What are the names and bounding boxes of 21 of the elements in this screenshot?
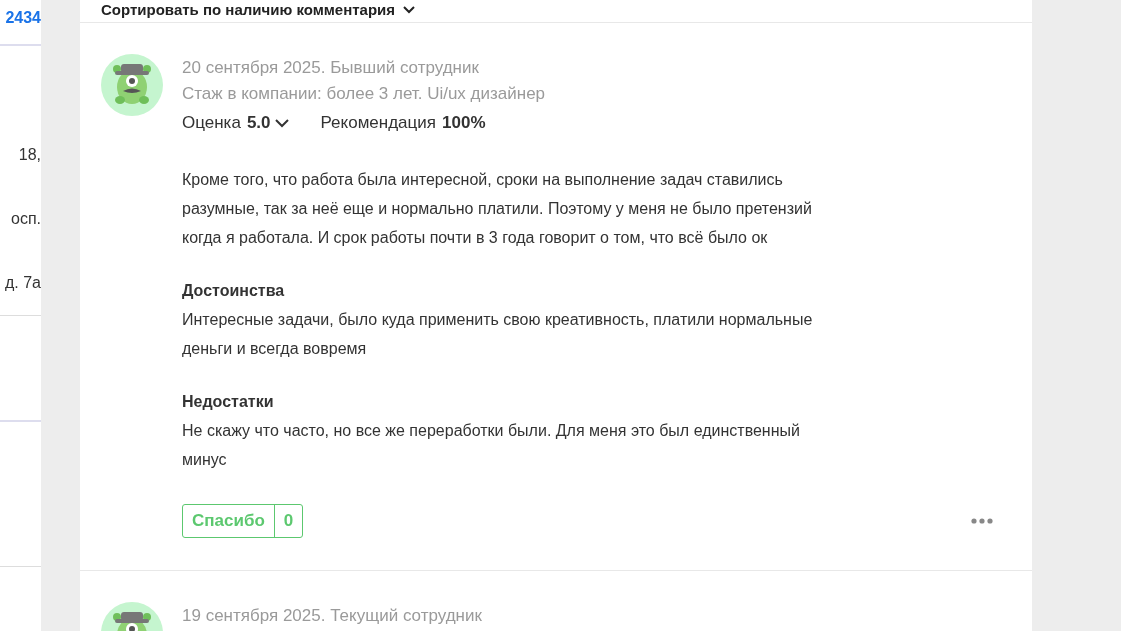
review-meta: 19 сентября 2025. Текущий сотрудник [182,605,483,627]
more-icon[interactable] [971,518,993,524]
address-text: 18, [18,145,41,165]
section-title: Недостатки [182,392,275,412]
review-tenure: Стаж в компании: более 3 лет. Ui/ux дизайнер [182,83,547,105]
recommend-label: Рекомендация [320,112,436,134]
chevron-down-icon [403,6,416,14]
chevron-down-icon [274,118,289,128]
address-text: д. 7а [4,273,41,293]
rating-label: Оценка [182,112,241,134]
review-text: Кроме того, что работа была интересной, сроки на выполнение задач ставились разумные, так за неё еще и нормально платили. Поэтому у меня не было претензий когда я работала. И срок работы почти в 3 года говорит о том, что всё было ок [182,170,813,248]
review-meta: 20 сентября 2025. Бывший сотрудник [182,57,480,79]
section-title: Достоинства [182,281,286,301]
phone-link[interactable]: 2434 [5,6,41,30]
sort-dropdown[interactable]: Сортировать по наличию комментария [101,1,416,19]
recommend-value: 100% [442,112,486,134]
avatar-icon [101,54,163,116]
section-text: Интересные задачи, было куда применить свою креативность, платили нормальные деньги и всегда вовремя [182,310,814,359]
section-text: Не скажу что часто, но все же переработки были. Для меня это был единственный минус [182,421,801,470]
address-text: осп. [11,209,41,229]
rating-toggle[interactable]: 5.0 [246,110,289,136]
